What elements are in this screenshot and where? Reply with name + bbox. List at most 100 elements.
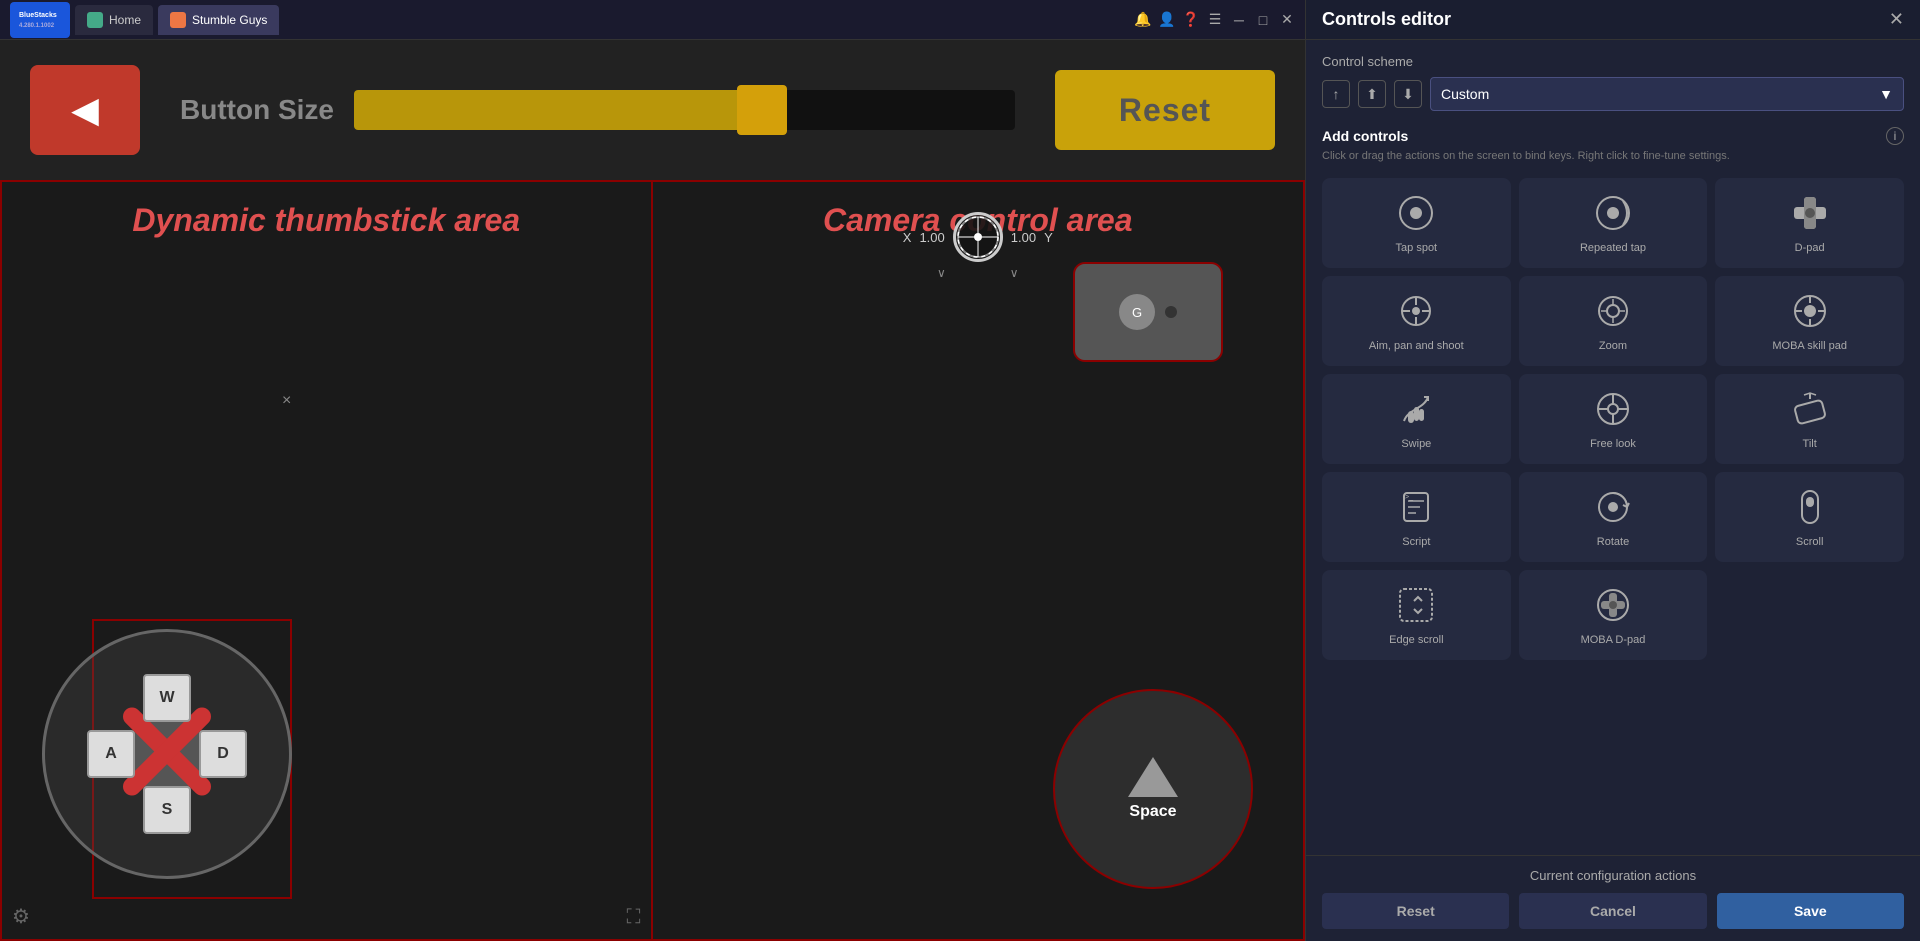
maximize-button[interactable]: □ [1255,12,1271,28]
dpad-key-w[interactable]: W [143,674,191,722]
control-dpad[interactable]: D-pad [1715,178,1904,268]
tilt-label: Tilt [1803,437,1817,451]
tap-spot-icon [1394,191,1438,235]
camera-zone: Camera control area X 1.00 [653,182,1304,939]
free-look-icon [1591,387,1635,431]
rotate-label: Rotate [1597,535,1629,549]
controls-panel: Controls editor ✕ Control scheme ↑ ⬆ ⬇ C… [1305,0,1920,941]
x-marker: × [282,392,291,410]
control-moba-skill-pad[interactable]: MOBA skill pad [1715,276,1904,366]
panel-content: Control scheme ↑ ⬆ ⬇ Custom ▼ Add contro… [1306,40,1920,855]
help-icon[interactable]: ❓ [1183,12,1199,28]
add-controls-title: Add controls [1322,128,1408,144]
zoom-label: Zoom [1599,339,1627,353]
tab-home[interactable]: Home [75,5,153,35]
swipe-icon [1394,387,1438,431]
game-zones: Dynamic thumbstick area × [0,180,1305,941]
space-button[interactable]: Space [1053,689,1253,889]
moba-icon [1788,289,1832,333]
user-icon[interactable]: 👤 [1159,12,1175,28]
game-toolbar: ◀ Button Size Reset [0,40,1305,180]
y-value: 1.00 [1011,230,1036,245]
control-rotate[interactable]: Rotate [1519,472,1708,562]
back-button[interactable]: ◀ [30,65,140,155]
dpad-label: D-pad [1795,241,1825,255]
edge-scroll-label: Edge scroll [1389,633,1443,647]
control-free-look[interactable]: Free look [1519,374,1708,464]
free-look-label: Free look [1590,437,1636,451]
dpad-key-a[interactable]: A [87,730,135,778]
settings-icon[interactable]: ⚙ [12,904,30,929]
control-tilt[interactable]: Tilt [1715,374,1904,464]
repeated-tap-label: Repeated tap [1580,241,1646,255]
space-inner: Space [1128,757,1178,821]
add-controls-description: Click or drag the actions on the screen … [1322,149,1904,164]
add-controls-info-icon[interactable]: i [1886,127,1904,145]
control-script[interactable]: >_ Script [1322,472,1511,562]
panel-header: Controls editor ✕ [1306,0,1920,40]
button-dot [1165,306,1177,318]
space-triangle-icon [1128,757,1178,797]
control-aim-pan-shoot[interactable]: Aim, pan and shoot [1322,276,1511,366]
panel-footer: Current configuration actions Reset Canc… [1306,855,1920,941]
add-controls-section: Add controls i Click or drag the actions… [1322,127,1904,164]
panel-close-button[interactable]: ✕ [1889,9,1904,30]
zoom-ctrl-icon [1591,289,1635,333]
scheme-row: ↑ ⬆ ⬇ Custom ▼ [1322,77,1904,111]
space-label: Space [1129,803,1176,821]
menu-icon[interactable]: ☰ [1207,12,1223,28]
dynamic-thumbstick-zone: Dynamic thumbstick area × [2,182,653,939]
bell-icon[interactable]: 🔔 [1135,12,1151,28]
dpad-key-s[interactable]: S [143,786,191,834]
scroll-icon [1788,485,1832,529]
scroll-label: Scroll [1796,535,1824,549]
moba-dpad-label: MOBA D-pad [1581,633,1646,647]
moba-skill-pad-label: MOBA skill pad [1772,339,1847,353]
swipe-label: Swipe [1401,437,1431,451]
current-config-label: Current configuration actions [1322,868,1904,883]
control-zoom[interactable]: Zoom [1519,276,1708,366]
slider-thumb[interactable] [737,85,787,135]
scheme-import-icon[interactable]: ↑ [1322,80,1350,108]
scheme-share-icon[interactable]: ⬇ [1394,80,1422,108]
panel-title: Controls editor [1322,9,1451,30]
dpad-key-d[interactable]: D [199,730,247,778]
control-edge-scroll[interactable]: Edge scroll [1322,570,1511,660]
slider-fill [354,90,751,130]
y-label: Y [1044,230,1053,245]
tab-stumble-guys[interactable]: Stumble Guys [158,5,279,35]
footer-save-button[interactable]: Save [1717,893,1904,929]
reset-button[interactable]: Reset [1055,70,1275,150]
aim-label: Aim, pan and shoot [1369,339,1464,353]
title-bar: BlueStacks 4.280.1.1002 Home Stumble Guy… [0,0,1305,40]
bluestacks-logo: BlueStacks 4.280.1.1002 [10,2,70,38]
minimize-button[interactable]: ─ [1231,12,1247,28]
button-size-section: Button Size [180,90,1015,130]
scheme-export-icon[interactable]: ⬆ [1358,80,1386,108]
footer-buttons: Reset Cancel Save [1322,893,1904,929]
control-tap-spot[interactable]: Tap spot [1322,178,1511,268]
script-label: Script [1402,535,1430,549]
control-scheme-label: Control scheme [1322,54,1904,69]
dpad-container[interactable]: W S A D [42,629,292,879]
dropdown-chevron-icon: ▼ [1879,86,1893,102]
g-key: G [1119,294,1155,330]
control-swipe[interactable]: Swipe [1322,374,1511,464]
footer-cancel-button[interactable]: Cancel [1519,893,1706,929]
tap-spot-label: Tap spot [1396,241,1438,255]
repeated-tap-icon [1591,191,1635,235]
zoom-icon[interactable]: ⛶ [627,906,641,929]
control-scroll[interactable]: Scroll [1715,472,1904,562]
coord-line: X 1.00 1.00 Y [903,212,1053,262]
close-button[interactable]: ✕ [1279,12,1295,28]
crosshair-widget[interactable]: X 1.00 1.00 Y ∨ [903,212,1053,280]
svg-text:BlueStacks: BlueStacks [19,12,57,19]
scheme-dropdown[interactable]: Custom ▼ [1430,77,1904,111]
size-slider[interactable] [354,90,1015,130]
control-moba-dpad[interactable]: MOBA D-pad [1519,570,1708,660]
footer-reset-button[interactable]: Reset [1322,893,1509,929]
edge-scroll-icon [1394,583,1438,627]
control-repeated-tap[interactable]: Repeated tap [1519,178,1708,268]
controls-grid: Tap spot Repeated tap [1322,178,1904,660]
game-button-g[interactable]: G [1073,262,1223,362]
